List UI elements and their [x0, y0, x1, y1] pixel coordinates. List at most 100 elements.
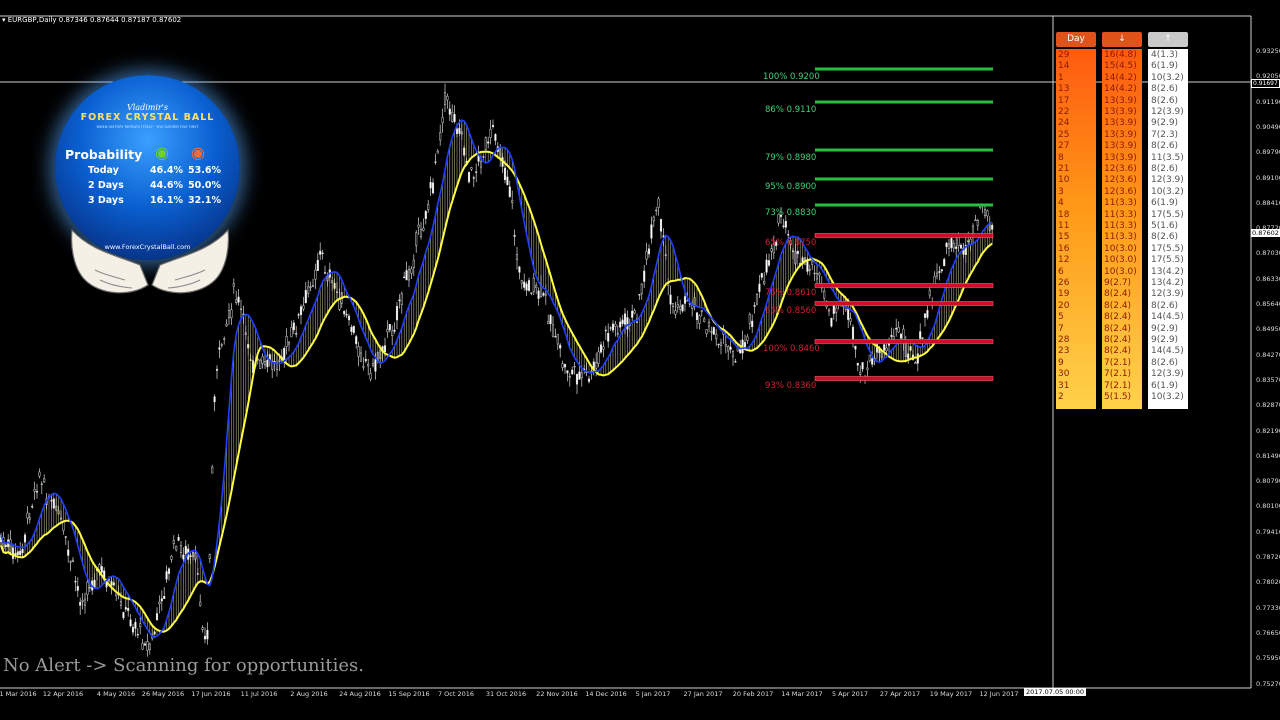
candle-body: [503, 167, 507, 180]
candle-body: [868, 354, 871, 362]
candle-body: [695, 312, 699, 320]
candle-body: [472, 177, 475, 179]
candle-body: [415, 232, 418, 246]
day-column-header[interactable]: Day: [1056, 32, 1096, 47]
candle-body: [835, 307, 838, 313]
price-axis-label: 0.84950: [1256, 325, 1280, 334]
candle-body: [225, 323, 228, 327]
table-up-cell: 17(5.5): [1151, 209, 1184, 220]
table-down-cell: 8(2.4): [1104, 335, 1132, 345]
candle-body: [955, 246, 958, 249]
candle-body: [443, 92, 447, 105]
candle-body: [818, 272, 821, 276]
candle-body: [302, 305, 305, 310]
candle-body: [890, 334, 893, 337]
candle-body: [139, 623, 142, 628]
table-day-cell: 8: [1058, 152, 1064, 163]
table-day-cell: 6: [1058, 266, 1064, 277]
candle-body: [866, 367, 869, 370]
table-down-cell: 11(3.3): [1104, 198, 1137, 209]
candle-body: [950, 238, 953, 249]
candle-body: [643, 270, 646, 282]
candle-body: [292, 322, 295, 331]
candle-body: [429, 182, 432, 189]
candle-body: [784, 220, 787, 228]
candle-body: [369, 373, 372, 380]
candle-body: [434, 161, 437, 163]
candle-body: [479, 161, 483, 168]
candle-body: [345, 313, 348, 316]
candle-body: [76, 586, 79, 591]
table-up-cell: 8(2.6): [1151, 164, 1179, 174]
bear-icon: ◉: [191, 143, 205, 162]
time-axis-label: 31 Oct 2016: [485, 690, 527, 698]
candle-body: [136, 634, 139, 636]
table-down-cell: 14(4.2): [1104, 84, 1137, 95]
candle-body: [213, 396, 216, 403]
table-day-cell: 24: [1058, 118, 1070, 129]
candle-body: [631, 310, 634, 318]
price-axis[interactable]: 0.932500.920500.911900.904900.897900.891…: [1254, 0, 1280, 690]
table-up-cell: 13(4.2): [1151, 278, 1184, 288]
candle-body: [218, 347, 221, 350]
candle-body: [40, 483, 43, 485]
candle-body: [681, 304, 684, 312]
candle-body: [395, 306, 399, 321]
price-axis-label: 0.82870: [1256, 401, 1280, 410]
time-axis-label: 19 May 2017: [929, 690, 973, 698]
price-axis-label: 0.75270: [1256, 679, 1280, 688]
table-day-cell: 19: [1058, 289, 1070, 300]
table-up-cell: 17(5.5): [1151, 255, 1184, 266]
level-label: 73% 0.8830: [765, 208, 817, 218]
time-axis-label: 22 Nov 2016: [536, 690, 578, 698]
candle-body: [290, 327, 293, 338]
symbol-dropdown-icon[interactable]: ▾: [2, 16, 6, 24]
candle-body: [64, 536, 67, 538]
candle-body: [62, 521, 65, 531]
candle-body: [659, 218, 663, 232]
candle-body: [451, 111, 454, 122]
price-axis-label: 0.85640: [1256, 300, 1280, 308]
candle-body: [645, 251, 648, 260]
candle-body: [652, 216, 655, 222]
candle-body: [928, 289, 931, 296]
table-down-cell: 12(3.6): [1104, 175, 1137, 186]
up-column-header[interactable]: ↑: [1148, 32, 1188, 47]
cursor-price-tag: 0.91697: [1251, 79, 1280, 88]
candle-body: [945, 242, 948, 248]
table-down-cell: 8(2.4): [1104, 346, 1132, 357]
down-column-header[interactable]: ↓: [1102, 32, 1142, 47]
candle-body: [74, 581, 77, 583]
price-axis-label: 0.83570: [1256, 375, 1280, 384]
candle-body: [813, 272, 816, 275]
candle-body: [914, 362, 917, 364]
candle-body: [943, 259, 946, 267]
candle-body: [201, 627, 204, 630]
price-axis-label: 0.82190: [1256, 426, 1280, 435]
green-level-line: [815, 177, 993, 181]
candle-body: [388, 324, 391, 331]
candle-body: [208, 554, 211, 559]
candle-body: [79, 601, 82, 606]
candle-body: [566, 370, 569, 374]
prob-row-bull: 46.4%: [150, 165, 183, 176]
time-axis-label: 11 Jul 2016: [240, 690, 278, 698]
candle-body: [679, 305, 682, 310]
prob-row-label: Today: [88, 165, 119, 176]
candle-body: [897, 327, 900, 333]
candle-body: [969, 238, 972, 245]
table-down-cell: 7(2.1): [1104, 380, 1132, 391]
candle-body: [441, 117, 444, 124]
candle-body: [700, 310, 703, 312]
candle-body: [134, 621, 137, 629]
candle-body: [475, 171, 478, 173]
price-axis-label: 0.90490: [1256, 122, 1280, 131]
candle-body: [484, 137, 487, 150]
candle-body: [671, 303, 675, 308]
table-down-cell: 16(4.8): [1104, 50, 1137, 60]
candle-body: [28, 517, 31, 520]
candle-body: [69, 560, 72, 563]
time-axis-label: 12 Apr 2016: [42, 690, 84, 698]
candle-body: [124, 607, 127, 610]
table-up-cell: 9(2.9): [1151, 118, 1179, 129]
